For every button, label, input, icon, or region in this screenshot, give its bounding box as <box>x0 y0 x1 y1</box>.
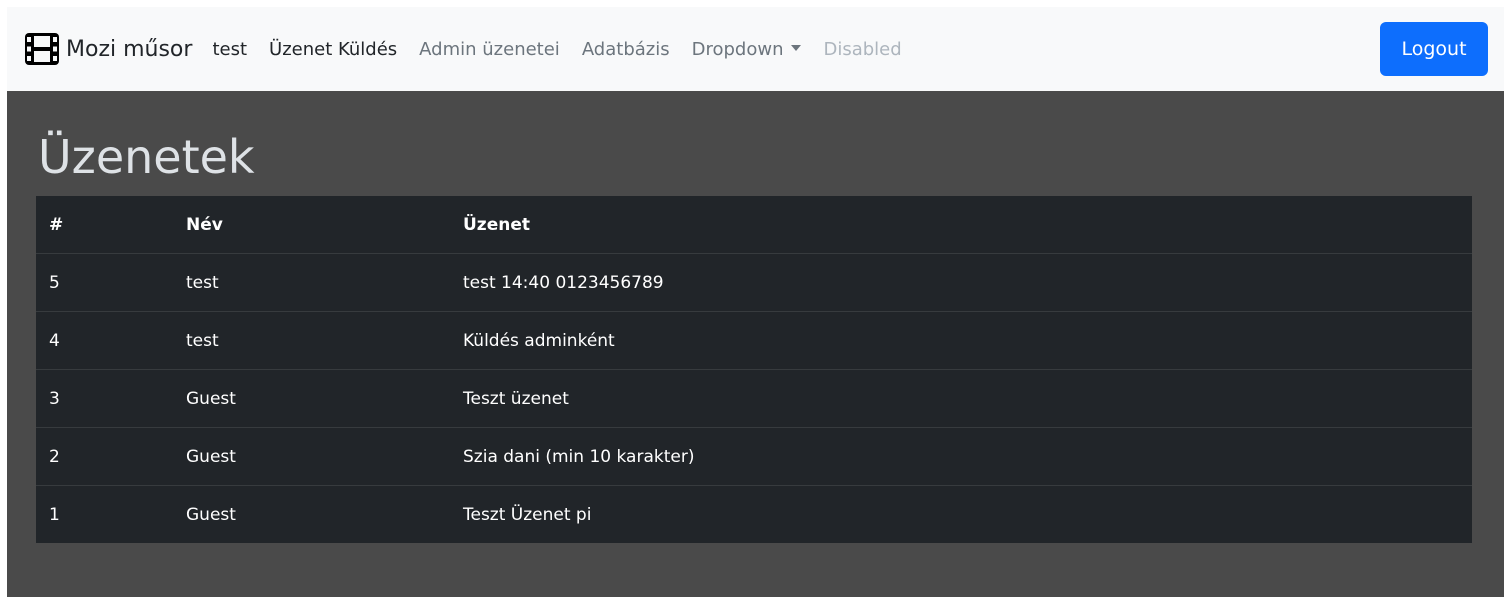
cell-message: Szia dani (min 10 karakter) <box>450 427 1472 486</box>
table-row: 4 test Küldés adminként <box>36 311 1472 370</box>
table-row: 1 Guest Teszt Üzenet pi <box>36 486 1472 544</box>
logout-button[interactable]: Logout <box>1380 22 1488 76</box>
table-row: 2 Guest Szia dani (min 10 karakter) <box>36 427 1472 486</box>
cell-id: 4 <box>36 311 173 370</box>
cell-name: test <box>173 311 450 370</box>
cell-message: Teszt Üzenet pi <box>463 504 592 525</box>
table-row: 5 test test 14:40 0123456789 <box>36 253 1472 312</box>
nav-link-admin-uzenetei[interactable]: Admin üzenetei <box>419 39 560 60</box>
navbar: Mozi műsor test Üzenet Küldés Admin üzen… <box>7 7 1504 91</box>
cell-message: test 14:40 0123456789 <box>450 253 1472 312</box>
nav-dropdown-label: Dropdown <box>691 38 784 60</box>
film-icon <box>25 33 59 65</box>
brand-text: Mozi műsor <box>66 36 193 62</box>
cell-id: 1 <box>49 504 60 525</box>
cell-id: 2 <box>36 427 173 486</box>
app-frame: Mozi műsor test Üzenet Küldés Admin üzen… <box>7 7 1504 597</box>
brand[interactable]: Mozi műsor <box>24 32 192 66</box>
cell-name: test <box>173 253 450 312</box>
cell-message: Küldés adminként <box>450 311 1472 370</box>
nav-link-uzenet-kuldes[interactable]: Üzenet Küldés <box>269 39 397 60</box>
column-header-id: # <box>36 196 173 254</box>
cell-id: 3 <box>36 369 173 428</box>
table-header-row: # Név Üzenet <box>36 196 1472 254</box>
messages-table-wrap: # Név Üzenet 5 test test 14:40 012345678… <box>36 196 1472 543</box>
nav-link-disabled: Disabled <box>823 38 902 60</box>
page-title: Üzenetek <box>38 130 255 184</box>
messages-table: # Név Üzenet 5 test test 14:40 012345678… <box>36 196 1472 543</box>
nav-link-adatbazis[interactable]: Adatbázis <box>582 39 670 60</box>
table-row: 3 Guest Teszt üzenet <box>36 369 1472 428</box>
cell-name: Guest <box>173 427 450 486</box>
column-header-message: Üzenet <box>450 196 1472 254</box>
cell-name: Guest <box>173 369 450 428</box>
column-header-name: Név <box>173 196 450 254</box>
nav-links: test Üzenet Küldés Admin üzenetei Adatbá… <box>212 39 901 60</box>
cell-id: 5 <box>36 253 173 312</box>
caret-down-icon <box>791 44 802 51</box>
nav-link-test[interactable]: test <box>212 39 247 60</box>
cell-message: Teszt üzenet <box>450 369 1472 428</box>
cell-name: Guest <box>186 504 236 525</box>
nav-dropdown[interactable]: Dropdown <box>692 39 802 60</box>
